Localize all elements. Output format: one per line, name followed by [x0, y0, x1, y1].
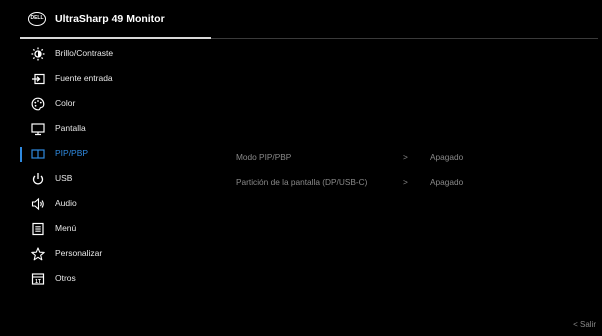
menu-item-menu[interactable]: Menú	[0, 217, 210, 242]
submenu-label: Partición de la pantalla (DP/USB-C)	[236, 177, 368, 187]
brightness-icon	[31, 47, 45, 61]
menu-item-label: Personalizar	[55, 248, 103, 258]
input-source-icon	[31, 72, 45, 86]
display-icon	[31, 122, 45, 136]
menu-item-label: Color	[55, 98, 76, 108]
menu-item-label: Fuente entrada	[55, 73, 113, 83]
header-divider-highlight	[20, 37, 211, 39]
submenu-row-screen-partition[interactable]: Partición de la pantalla (DP/USB-C) > Ap…	[236, 173, 596, 193]
menu-item-label: Audio	[55, 198, 77, 208]
chevron-left-icon: <	[573, 320, 578, 329]
dell-logo: DELL	[28, 12, 46, 26]
submenu-label: Modo PIP/PBP	[236, 152, 292, 162]
pip-pbp-icon	[31, 147, 45, 161]
audio-icon	[31, 197, 45, 211]
active-indicator	[20, 147, 22, 162]
submenu-row-pip-mode[interactable]: Modo PIP/PBP > Apagado	[236, 148, 596, 168]
chevron-right-icon: >	[403, 177, 408, 187]
color-palette-icon	[31, 97, 45, 111]
menu-item-color[interactable]: Color	[0, 92, 210, 117]
menu-item-label: PIP/PBP	[55, 148, 89, 158]
exit-label: Salir	[579, 320, 596, 329]
others-icon: 1T	[31, 272, 45, 286]
submenu-value: Apagado	[430, 177, 464, 187]
menu-item-label: Menú	[55, 223, 77, 233]
menu-item-brightness-contrast[interactable]: Brillo/Contraste	[0, 42, 210, 67]
menu-icon	[31, 222, 45, 236]
menu-item-personalize[interactable]: Personalizar	[0, 242, 210, 267]
star-icon	[31, 247, 45, 261]
menu-item-audio[interactable]: Audio	[0, 192, 210, 217]
monitor-title: UltraSharp 49 Monitor	[55, 13, 165, 25]
menu-item-usb[interactable]: USB	[0, 167, 210, 192]
menu-item-input-source[interactable]: Fuente entrada	[0, 67, 210, 92]
exit-button[interactable]: < Salir	[573, 320, 596, 329]
osd-header: DELL UltraSharp 49 Monitor	[0, 0, 602, 38]
chevron-right-icon: >	[403, 152, 408, 162]
menu-item-others[interactable]: 1T Otros	[0, 267, 210, 292]
menu-item-label: Otros	[55, 273, 76, 283]
menu-item-label: USB	[55, 173, 73, 183]
menu-item-label: Brillo/Contraste	[55, 48, 114, 58]
menu-item-pip-pbp[interactable]: PIP/PBP	[0, 142, 210, 167]
menu-item-label: Pantalla	[55, 123, 86, 133]
svg-text:1T: 1T	[35, 279, 41, 285]
submenu-value: Apagado	[430, 152, 464, 162]
menu-item-display[interactable]: Pantalla	[0, 117, 210, 142]
usb-icon	[31, 172, 45, 186]
